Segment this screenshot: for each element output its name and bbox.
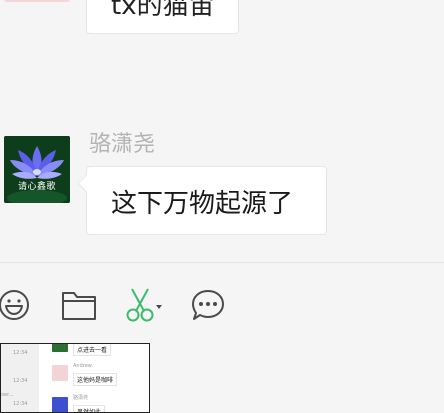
lotus-icon (4, 136, 70, 203)
input-toolbar (0, 263, 444, 343)
thumbnail-bubble: 果然如此 (73, 405, 106, 412)
previous-message-bubble[interactable]: tx的猫宙 (86, 0, 239, 34)
thumbnail-avatar (52, 344, 68, 352)
thumbnail-time: 12:34 (13, 350, 28, 356)
scissors-icon (126, 288, 162, 322)
thumbnail-avatar (52, 397, 68, 412)
thumbnail-name: Andrew (73, 363, 92, 369)
message-bubble[interactable]: 这下万物起源了 (86, 166, 327, 235)
sender-avatar[interactable]: 请心鑫歌 (4, 136, 70, 203)
screenshot-thumbnail[interactable]: 12:34 12:34 12:34 oer... 点进去一看 Andrew 这他… (0, 343, 150, 413)
thumbnail-name: 骆潇尧 (73, 395, 89, 401)
message-text: 这下万物起源了 (111, 189, 294, 219)
thumbnail-avatar (52, 365, 68, 381)
thumbnail-time: 12:34 (13, 378, 28, 384)
chat-message-area: tx的猫宙 请心鑫歌 骆潇尧 这下万物起源了 (0, 0, 444, 262)
previous-message-text: tx的猫宙 (111, 0, 215, 21)
chat-history-button[interactable] (189, 285, 227, 325)
thumbnail-bubble: 这他妈是咖啡 (73, 373, 118, 386)
file-button[interactable] (60, 285, 98, 325)
emoji-icon (0, 290, 29, 320)
thumbnail-bubble: 点进去一看 (73, 344, 112, 356)
folder-icon (62, 292, 96, 320)
sender-name: 骆潇尧 (89, 132, 156, 157)
previous-avatar[interactable] (4, 0, 70, 2)
thumbnail-snip: oer... (1, 392, 14, 398)
thumbnail-time: 12:34 (13, 401, 28, 407)
chevron-down-icon (156, 305, 162, 309)
emoji-button[interactable] (0, 285, 32, 325)
chat-bubble-icon (192, 290, 224, 320)
avatar-caption: 请心鑫歌 (17, 182, 56, 192)
screenshot-button[interactable] (124, 285, 166, 325)
